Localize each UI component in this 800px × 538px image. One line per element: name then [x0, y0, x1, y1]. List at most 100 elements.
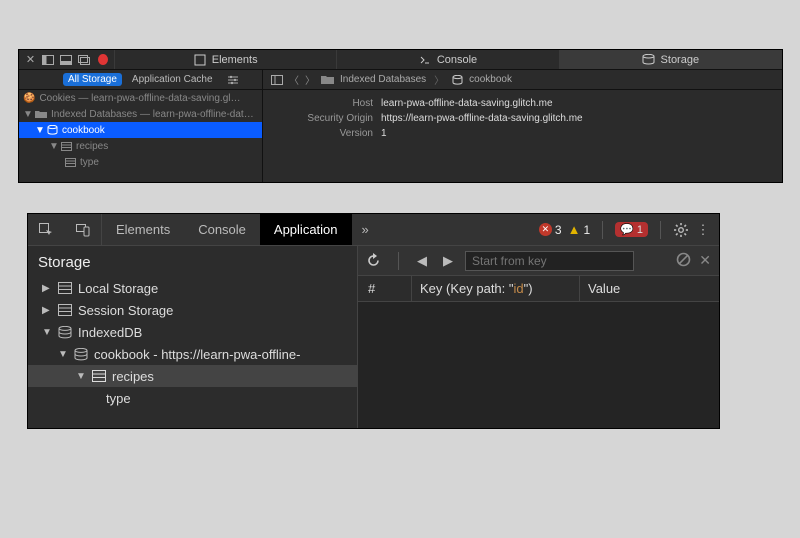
sidebar-indexeddb[interactable]: ▼ IndexedDB [28, 321, 357, 343]
tab-elements[interactable]: Elements [115, 50, 337, 69]
col-index[interactable]: # [358, 276, 412, 301]
chrome-table-header: # Key (Key path: "id") Value [358, 276, 719, 302]
chrome-status-cluster: ✕3 ▲1 💬1 ⋮ [539, 214, 719, 245]
tab-console[interactable]: Console [184, 214, 260, 245]
issues-badge[interactable]: 💬1 [615, 222, 648, 237]
version-value: 1 [381, 128, 387, 139]
gear-icon[interactable] [673, 222, 689, 238]
divider [398, 252, 399, 270]
inspect-icon[interactable] [38, 222, 54, 238]
sidebar-toggle-icon[interactable] [271, 75, 283, 85]
breadcrumb-idb[interactable]: Indexed Databases [340, 74, 426, 85]
tab-elements-label: Elements [212, 54, 258, 66]
dock-side-icon[interactable] [42, 54, 54, 66]
safari-storage-filter: All Storage Application Cache [19, 70, 263, 89]
chrome-table-body[interactable] [358, 302, 719, 428]
tree-cookbook-label: cookbook [62, 125, 105, 136]
sidebar-type-label: type [106, 391, 131, 406]
database-icon [47, 125, 58, 135]
database-icon [58, 326, 72, 339]
tab-storage-label: Storage [661, 54, 700, 66]
popout-icon[interactable] [78, 54, 90, 66]
kebab-menu-icon[interactable]: ⋮ [695, 222, 711, 238]
safari-tab-bar: ✕ Elements Console Storage [19, 50, 782, 70]
storage-icon [58, 304, 72, 316]
tree-indexed-databases[interactable]: ▼ Indexed Databases — learn-pwa-offline-… [19, 106, 262, 122]
col-key[interactable]: Key (Key path: "id") [412, 276, 580, 301]
safari-window-controls: ✕ [19, 50, 115, 69]
sidebar-idb-label: IndexedDB [78, 325, 142, 340]
tree-idb-label: Indexed Databases — learn-pwa-offline-da… [51, 109, 254, 120]
chrome-tab-bar: Elements Console Application » ✕3 ▲1 💬1 … [28, 214, 719, 246]
close-icon[interactable]: ✕ [25, 54, 36, 66]
col-key-id: id [514, 281, 524, 296]
tab-console-label: Console [437, 54, 477, 66]
sidebar-session-storage[interactable]: ▶ Session Storage [28, 299, 357, 321]
disclosure-triangle-icon: ▶ [42, 283, 52, 294]
tree-cookies-label: Cookies — learn-pwa-offline-data-saving.… [39, 93, 240, 104]
start-key-input[interactable] [465, 251, 634, 271]
divider [602, 221, 603, 239]
tab-elements-label: Elements [116, 222, 170, 237]
database-icon [74, 348, 88, 361]
tree-type[interactable]: type [19, 154, 262, 170]
error-count[interactable]: ✕3 [539, 223, 562, 237]
warning-icon: ▲ [568, 222, 581, 237]
chrome-devtools-window: Elements Console Application » ✕3 ▲1 💬1 … [27, 213, 720, 429]
table-icon [61, 142, 72, 151]
prev-page-icon[interactable]: ◀ [413, 253, 431, 269]
issues-count-value: 1 [637, 224, 643, 236]
elements-icon [194, 54, 206, 66]
nav-fwd-icon[interactable]: 〉 [305, 72, 315, 87]
folder-icon [321, 75, 334, 85]
tree-recipes[interactable]: ▼ recipes [19, 138, 262, 154]
all-storage-badge[interactable]: All Storage [63, 73, 122, 86]
app-cache-filter[interactable]: Application Cache [132, 74, 213, 85]
next-page-icon[interactable]: ▶ [439, 253, 457, 269]
refresh-icon[interactable] [366, 253, 384, 268]
tree-recipes-label: recipes [76, 141, 108, 152]
tabs-overflow-icon[interactable]: » [352, 214, 379, 245]
tab-elements[interactable]: Elements [102, 214, 184, 245]
error-indicator-icon[interactable] [98, 54, 108, 65]
tab-console[interactable]: Console [337, 50, 559, 69]
sidebar-recipes[interactable]: ▼ recipes [28, 365, 357, 387]
sidebar-heading: Storage [28, 252, 357, 277]
safari-sub-bar: All Storage Application Cache 〈 〉 Indexe… [19, 70, 782, 90]
disclosure-triangle-icon: ▼ [76, 371, 86, 382]
table-icon [65, 158, 76, 167]
sidebar-cookbook-label: cookbook - https://learn-pwa-offline- [94, 347, 300, 362]
divider [660, 221, 661, 239]
host-value: learn-pwa-offline-data-saving.glitch.me [381, 98, 553, 109]
col-index-label: # [368, 281, 375, 296]
storage-icon [58, 282, 72, 294]
filter-settings-icon[interactable] [227, 74, 239, 86]
safari-devtools-window: ✕ Elements Console Storage All S [18, 49, 783, 183]
safari-breadcrumb-bar: 〈 〉 Indexed Databases 〉 cookbook [263, 70, 782, 89]
warning-count-value: 1 [583, 223, 590, 237]
tab-application[interactable]: Application [260, 214, 352, 245]
sidebar-type[interactable]: type [28, 387, 357, 409]
warning-count[interactable]: ▲1 [568, 222, 591, 237]
disclosure-triangle-icon: ▼ [58, 349, 68, 360]
delete-selected-icon[interactable]: ✕ [699, 252, 711, 269]
device-toggle-icon[interactable] [75, 222, 91, 238]
col-key-prefix: Key (Key path: " [420, 281, 514, 296]
sidebar-local-storage[interactable]: ▶ Local Storage [28, 277, 357, 299]
tree-cookies[interactable]: 🍪 Cookies — learn-pwa-offline-data-savin… [19, 90, 262, 106]
error-count-value: 3 [555, 223, 562, 237]
col-value[interactable]: Value [580, 281, 719, 296]
chat-icon: 💬 [620, 223, 634, 236]
database-icon [452, 75, 463, 85]
tree-type-label: type [80, 157, 99, 168]
col-value-label: Value [588, 281, 620, 296]
nav-back-icon[interactable]: 〈 [289, 72, 299, 87]
clear-object-store-icon[interactable] [676, 252, 691, 269]
tree-cookbook[interactable]: ▼ cookbook [19, 122, 262, 138]
host-key: Host [277, 98, 373, 109]
breadcrumb-db[interactable]: cookbook [469, 74, 512, 85]
dock-bottom-icon[interactable] [60, 54, 72, 66]
tab-storage[interactable]: Storage [560, 50, 782, 69]
breadcrumb-sep-icon: 〉 [434, 72, 444, 87]
sidebar-cookbook[interactable]: ▼ cookbook - https://learn-pwa-offline- [28, 343, 357, 365]
